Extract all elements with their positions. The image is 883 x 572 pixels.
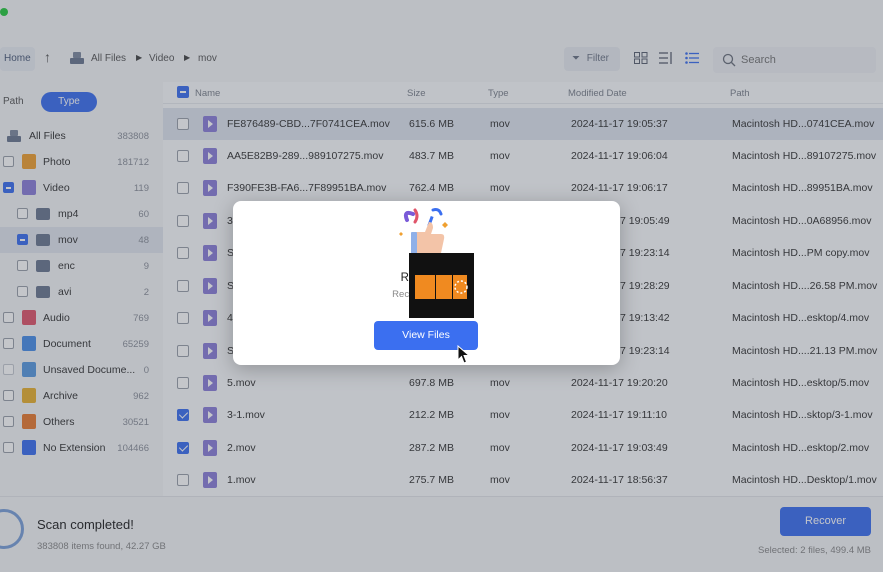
watermark-logo xyxy=(409,253,474,318)
mouse-pointer-icon xyxy=(457,345,471,364)
app-window: Home ↑ All Files ▶ Video ▶ mov ⏷ Filter xyxy=(0,0,883,572)
watermark-logo-graphic xyxy=(409,253,474,318)
celebration-thumbs-up-icon xyxy=(399,208,448,256)
